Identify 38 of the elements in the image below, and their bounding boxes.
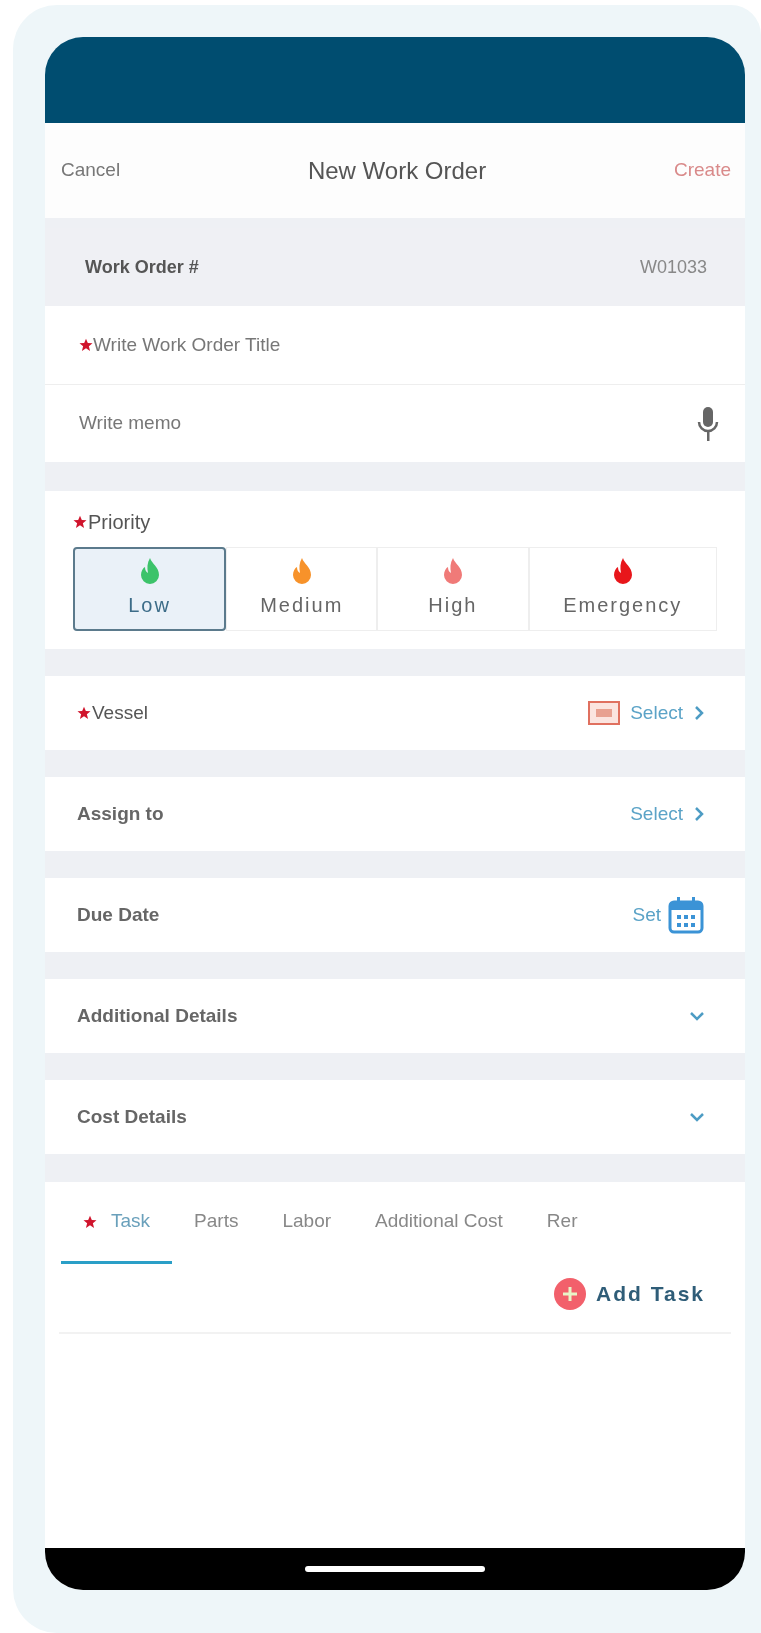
screen-title: New Work Order — [307, 155, 487, 186]
chevron-right-icon — [693, 705, 705, 721]
tab[interactable]: Parts — [172, 1182, 261, 1264]
flame-icon — [290, 558, 313, 584]
select-button[interactable]: Select — [630, 698, 705, 728]
field-label: Assign to — [77, 801, 164, 826]
flame-icon — [611, 558, 634, 584]
field-label: Priority — [88, 510, 151, 535]
chevron-down-icon[interactable] — [689, 1010, 705, 1022]
priority-option[interactable]: Emergency — [528, 547, 717, 631]
set-date-button[interactable]: Set — [632, 896, 705, 934]
flame-icon — [138, 558, 161, 584]
memo-field[interactable]: Write memo — [79, 409, 697, 438]
priority-option[interactable]: Low — [73, 547, 227, 631]
field-label: Work Order # — [85, 255, 199, 279]
tab[interactable]: Rer — [524, 1182, 578, 1264]
calendar-icon — [667, 896, 705, 934]
microphone-icon — [697, 405, 719, 442]
select-button[interactable]: Select — [630, 799, 705, 829]
add-task-button[interactable]: Add Task — [554, 1278, 705, 1310]
priority-option[interactable]: High — [377, 547, 529, 631]
field-label: Due Date — [77, 902, 160, 927]
field-label: Additional Details — [77, 1003, 238, 1028]
title-field[interactable]: Write Work Order Title — [93, 330, 719, 360]
card-icon — [588, 701, 621, 725]
chevron-right-icon — [693, 806, 705, 822]
field-label: Cost Details — [77, 1104, 187, 1129]
create-button[interactable]: Create — [673, 156, 731, 185]
priority-option[interactable]: Medium — [226, 547, 378, 631]
tab[interactable]: Task — [61, 1182, 173, 1264]
field-label: Vessel — [92, 700, 148, 725]
tab[interactable]: Additional Cost — [353, 1182, 525, 1264]
cancel-button[interactable]: Cancel — [61, 156, 121, 185]
field-value: W01033 — [639, 255, 707, 279]
chevron-down-icon[interactable] — [689, 1111, 705, 1123]
tab[interactable]: Labor — [260, 1182, 354, 1264]
add-icon — [554, 1278, 587, 1310]
flame-icon — [441, 558, 464, 584]
